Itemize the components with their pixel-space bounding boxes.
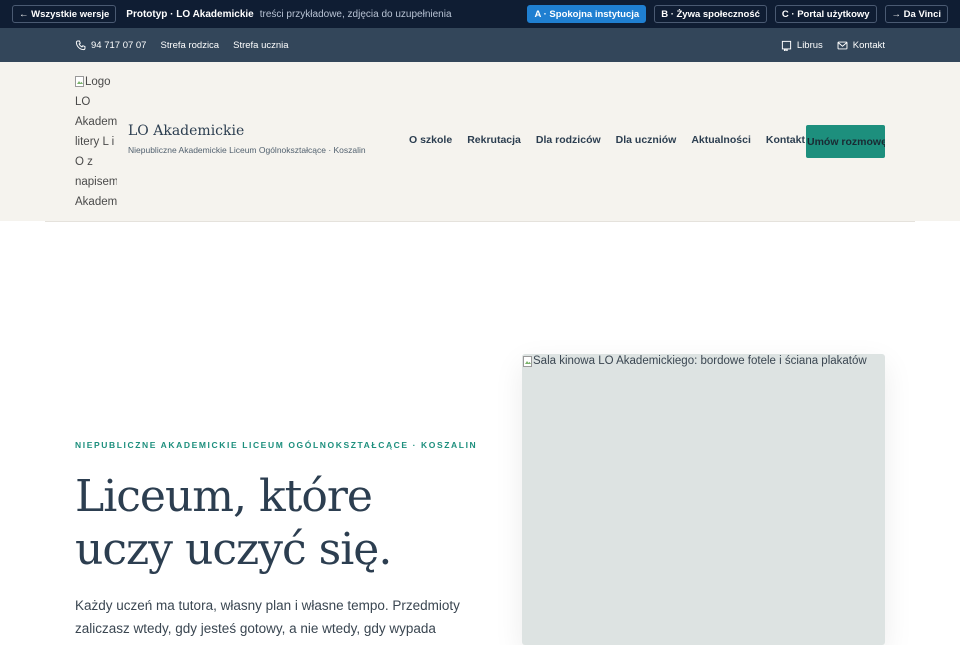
hero-image-alt-text: Sala kinowa LO Akademickiego: bordowe fo…	[533, 355, 867, 367]
broken-image-icon	[75, 76, 84, 87]
prototype-title: Prototyp · LO Akademickie	[126, 8, 254, 20]
nav-dla-rodzicow[interactable]: Dla rodziców	[536, 134, 601, 146]
brand-subtitle: Niepubliczne Akademickie Liceum Ogólnoks…	[128, 145, 366, 155]
hero-lead: Każdy uczeń ma tutora, własny plan i wła…	[75, 598, 460, 645]
nav-aktualnosci[interactable]: Aktualności	[691, 134, 751, 146]
student-zone-link[interactable]: Strefa ucznia	[233, 40, 288, 51]
broken-image-icon	[523, 355, 532, 367]
logo[interactable]: Logo LO Akademickie: litery L i O z napi…	[75, 72, 117, 210]
nav-dla-uczniow[interactable]: Dla uczniów	[616, 134, 677, 146]
phone-icon	[75, 40, 86, 50]
variant-c-button[interactable]: C · Portal użytkowy	[774, 5, 877, 23]
variant-a-button[interactable]: A · Spokojna instytucja	[527, 5, 647, 23]
contact-link[interactable]: Kontakt	[837, 40, 885, 51]
phone-number: 94 717 07 07	[91, 39, 147, 51]
da-vinci-button[interactable]: → Da Vinci	[884, 5, 948, 23]
prototype-bar: ← Wszystkie wersje Prototyp · LO Akademi…	[0, 0, 960, 28]
nav-rekrutacja[interactable]: Rekrutacja	[467, 134, 521, 146]
librus-label: Librus	[796, 39, 823, 51]
parent-zone-link[interactable]: Strefa rodzica	[160, 40, 219, 51]
main-navigation: O szkole Rekrutacja Dla rodziców Dla ucz…	[409, 134, 805, 146]
header-divider	[45, 221, 915, 222]
schedule-meeting-button[interactable]: Umów rozmowę	[806, 125, 885, 158]
mail-icon	[837, 41, 848, 49]
site-header: Logo LO Akademickie: litery L i O z napi…	[0, 62, 960, 221]
variant-b-button[interactable]: B · Żywa społeczność	[654, 5, 767, 23]
hero-title-line-1: Liceum, które	[75, 471, 373, 522]
contact-label: Kontakt	[852, 39, 885, 51]
prototype-note: treści przykładowe, zdjęcia do uzupełnie…	[259, 8, 452, 20]
utility-bar: 94 717 07 07 Strefa rodzica Strefa uczni…	[0, 28, 960, 62]
hero-image: Sala kinowa LO Akademickiego: bordowe fo…	[522, 354, 885, 645]
phone-link[interactable]: 94 717 07 07	[75, 40, 146, 51]
nav-kontakt[interactable]: Kontakt	[766, 134, 805, 146]
all-versions-button[interactable]: ← Wszystkie wersje	[12, 5, 117, 23]
variant-switcher: A · Spokojna instytucja B · Żywa społecz…	[527, 5, 948, 23]
librus-link[interactable]: Librus	[781, 40, 823, 51]
hero-title: Liceum, które uczy uczyć się.	[75, 470, 392, 576]
book-icon	[781, 40, 792, 51]
hero-eyebrow: NIEPUBLICZNE AKADEMICKIE LICEUM OGÓLNOKS…	[75, 440, 478, 450]
hero-title-line-2: uczy uczyć się.	[75, 524, 392, 575]
hero-image-alt: Sala kinowa LO Akademickiego: bordowe fo…	[523, 355, 867, 367]
brand-name[interactable]: LO Akademickie	[128, 123, 244, 139]
logo-alt-text: Logo LO Akademickie: litery L i O z napi…	[75, 76, 117, 208]
nav-o-szkole[interactable]: O szkole	[409, 134, 452, 146]
